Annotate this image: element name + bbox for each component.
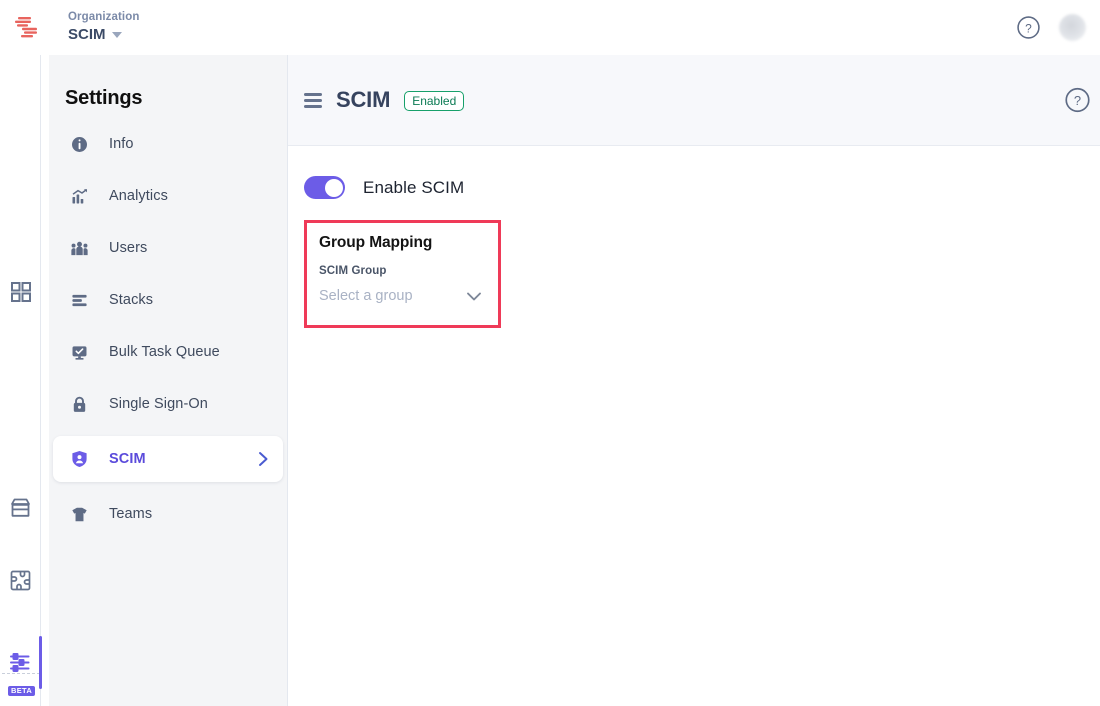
panel-body: Enable SCIM Group Mapping SCIM Group Sel…	[288, 146, 1100, 328]
scim-group-select[interactable]: Select a group	[319, 288, 484, 304]
sidebar-item-label: Stacks	[109, 292, 154, 308]
shield-user-icon	[71, 450, 88, 468]
info-circle-icon	[71, 136, 88, 153]
top-bar-actions: ?	[1016, 0, 1086, 55]
sidebar-item-label: Bulk Task Queue	[109, 344, 220, 360]
users-group-icon	[71, 240, 88, 257]
svg-text:?: ?	[1074, 93, 1081, 108]
sidebar-item-label: SCIM	[109, 451, 146, 467]
analytics-chart-icon	[71, 188, 88, 205]
puzzle-piece-icon[interactable]	[0, 558, 41, 602]
enable-scim-toggle[interactable]	[304, 176, 345, 199]
rail-active-indicator	[39, 636, 42, 689]
enable-scim-row: Enable SCIM	[304, 176, 1100, 199]
page-title: Settings	[65, 87, 143, 109]
help-circle-icon[interactable]: ?	[1064, 87, 1091, 114]
group-mapping-card: Group Mapping SCIM Group Select a group	[304, 220, 501, 328]
sidebar-item-analytics[interactable]: Analytics	[53, 176, 283, 216]
chevron-right-icon[interactable]	[258, 451, 269, 467]
lock-icon	[71, 396, 88, 413]
chevron-down-icon[interactable]	[466, 291, 482, 302]
grid-apps-icon[interactable]	[0, 270, 41, 314]
stacks-layers-icon	[71, 292, 88, 309]
main-panel: SCIM Enabled ? Enable SCIM Group Mapping…	[287, 55, 1100, 706]
org-label: Organization	[68, 11, 140, 24]
sidebar-item-single-sign-on[interactable]: Single Sign-On	[53, 384, 283, 424]
beta-badge: BETA	[8, 686, 36, 696]
toggle-knob	[324, 178, 343, 197]
monitor-check-icon	[71, 344, 88, 361]
scim-group-label: SCIM Group	[319, 265, 387, 277]
group-mapping-title: Group Mapping	[319, 234, 433, 251]
sidebar-item-label: Analytics	[109, 188, 168, 204]
sliders-settings-icon[interactable]	[0, 640, 41, 684]
sidebar-item-info[interactable]: Info	[53, 124, 283, 164]
status-badge: Enabled	[404, 91, 465, 111]
sidebar-item-label: Info	[109, 136, 134, 152]
sidebar-item-teams[interactable]: Teams	[53, 494, 283, 534]
rail-divider	[2, 673, 40, 674]
hamburger-menu-icon[interactable]	[304, 92, 322, 108]
caret-down-icon	[111, 32, 122, 39]
scim-group-select-value: Select a group	[319, 288, 413, 304]
panel-header: SCIM Enabled ?	[288, 55, 1100, 146]
panel-title: SCIM	[336, 87, 391, 112]
sidebar-item-label: Users	[109, 240, 148, 256]
settings-nav-list: Info Analytics Users Stacks Bulk Task Qu…	[49, 124, 287, 534]
enable-scim-label: Enable SCIM	[363, 177, 465, 197]
tshirt-icon	[71, 506, 88, 523]
avatar[interactable]	[1059, 14, 1086, 41]
org-name: SCIM	[68, 26, 106, 44]
sidebar-item-scim[interactable]: SCIM	[53, 436, 283, 482]
storefront-icon[interactable]	[0, 486, 41, 530]
app-root: Organization SCIM ? BETA Settings Info A…	[0, 0, 1100, 706]
icon-rail: BETA	[0, 55, 42, 706]
sidebar-item-stacks[interactable]: Stacks	[53, 280, 283, 320]
org-switcher[interactable]: Organization SCIM	[68, 11, 139, 43]
help-circle-icon[interactable]: ?	[1016, 15, 1041, 40]
settings-sidebar: Settings Info Analytics Users Stacks Bul…	[49, 55, 287, 706]
sidebar-item-label: Teams	[109, 506, 153, 522]
striped-s-logo-icon[interactable]	[6, 15, 46, 41]
org-name-row[interactable]: SCIM	[68, 26, 139, 43]
sidebar-item-label: Single Sign-On	[109, 396, 208, 412]
sidebar-item-users[interactable]: Users	[53, 228, 283, 268]
svg-text:?: ?	[1025, 21, 1032, 35]
top-bar: Organization SCIM ?	[0, 0, 1100, 55]
sidebar-item-bulk-task-queue[interactable]: Bulk Task Queue	[53, 332, 283, 372]
